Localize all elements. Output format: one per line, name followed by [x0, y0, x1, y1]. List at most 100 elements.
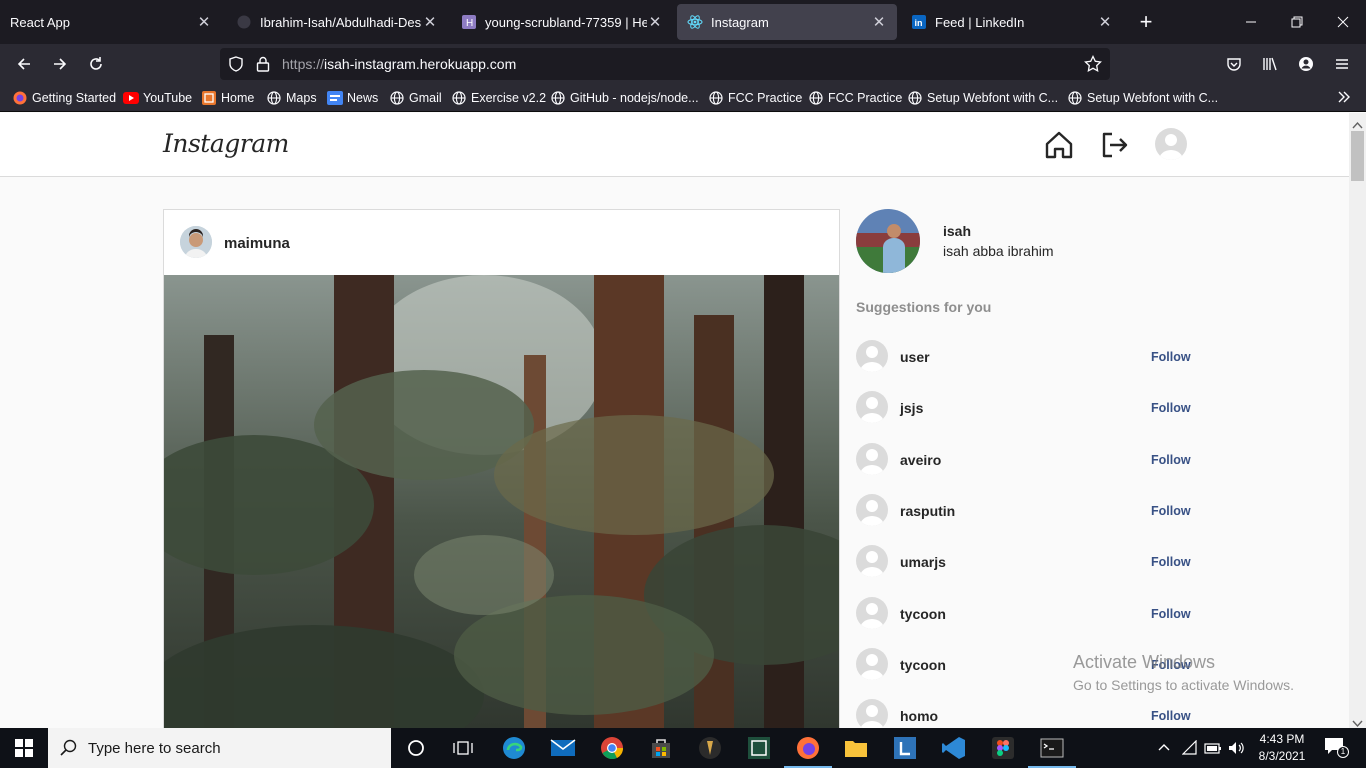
back-icon[interactable]	[10, 50, 38, 78]
figma-icon[interactable]	[987, 732, 1019, 764]
avatar[interactable]	[1155, 128, 1187, 160]
pocket-icon[interactable]	[1220, 50, 1248, 78]
chevron-up-icon[interactable]	[1157, 740, 1171, 759]
windows-start-icon[interactable]	[8, 732, 40, 764]
follow-button[interactable]: Follow	[1151, 709, 1191, 723]
post-image[interactable]	[164, 275, 839, 728]
bookmark-gmail[interactable]: Gmail	[389, 90, 442, 106]
suggestion-username[interactable]: homo	[900, 708, 938, 724]
tab-title: Ibrahim-Isah/Abdulhadi-Design	[260, 14, 422, 30]
close-icon[interactable]: ✕	[647, 13, 663, 31]
task-view-icon[interactable]	[447, 732, 479, 764]
close-icon[interactable]: ✕	[871, 13, 887, 31]
taskbar-search[interactable]: Type here to search	[48, 728, 391, 768]
restore-button[interactable]	[1274, 0, 1320, 44]
battery-icon[interactable]	[1204, 740, 1222, 761]
post-avatar[interactable]	[180, 226, 212, 258]
suggestion-username[interactable]: user	[900, 349, 930, 365]
bookmark-webfont-2[interactable]: Setup Webfont with C...	[1067, 90, 1218, 106]
navigation-bar: https://isah-instagram.herokuapp.com	[0, 44, 1366, 84]
tab-github[interactable]: Ibrahim-Isah/Abdulhadi-Design ✕	[226, 4, 448, 40]
suggestion-username[interactable]: aveiro	[900, 452, 941, 468]
lightshot-icon[interactable]	[889, 732, 921, 764]
avatar[interactable]	[856, 391, 888, 423]
terminal-icon[interactable]	[1028, 732, 1076, 768]
reload-icon[interactable]	[82, 50, 110, 78]
avatar[interactable]	[856, 648, 888, 680]
store-icon[interactable]	[645, 732, 677, 764]
close-icon[interactable]: ✕	[422, 13, 438, 31]
account-icon[interactable]	[1292, 50, 1320, 78]
follow-button[interactable]: Follow	[1151, 504, 1191, 518]
url-bar[interactable]: https://isah-instagram.herokuapp.com	[220, 48, 1110, 80]
avatar[interactable]	[856, 597, 888, 629]
bookmark-getting-started[interactable]: Getting Started	[12, 90, 116, 106]
firefox-icon[interactable]	[784, 732, 832, 768]
post-header: maimuna	[164, 210, 839, 275]
bookmark-star-icon[interactable]	[1084, 54, 1102, 78]
avatar[interactable]	[856, 545, 888, 577]
follow-button[interactable]: Follow	[1151, 350, 1191, 364]
chrome-icon[interactable]	[596, 732, 628, 764]
close-icon[interactable]: ✕	[1097, 13, 1113, 31]
chevron-right-double-icon[interactable]	[1336, 89, 1352, 110]
url-text[interactable]: https://isah-instagram.herokuapp.com	[282, 56, 516, 72]
file-explorer-icon[interactable]	[840, 732, 872, 764]
suggestion-username[interactable]: jsjs	[900, 400, 923, 416]
mail-icon[interactable]	[547, 732, 579, 764]
avatar[interactable]	[856, 340, 888, 372]
suggestion-username[interactable]: umarjs	[900, 554, 946, 570]
volume-icon[interactable]	[1228, 740, 1246, 761]
notification-icon[interactable]: 1	[1324, 737, 1349, 759]
code-editor-icon[interactable]	[743, 732, 775, 764]
follow-button[interactable]: Follow	[1151, 607, 1191, 621]
bookmark-maps[interactable]: Maps	[266, 90, 317, 106]
tab-react-app[interactable]: React App ✕	[0, 4, 222, 40]
wifi-icon[interactable]	[1181, 739, 1198, 761]
follow-button[interactable]: Follow	[1151, 401, 1191, 415]
bookmark-fcc-practice-1[interactable]: FCC Practice	[708, 90, 802, 106]
menu-icon[interactable]	[1328, 50, 1356, 78]
logout-icon[interactable]	[1099, 130, 1129, 165]
cortana-icon[interactable]	[400, 732, 432, 764]
new-tab-button[interactable]: +	[1134, 9, 1158, 34]
avatar[interactable]	[856, 443, 888, 475]
follow-button[interactable]: Follow	[1151, 453, 1191, 467]
profile-avatar[interactable]	[856, 209, 920, 273]
bookmark-news[interactable]: News	[327, 90, 378, 106]
suggestion-username[interactable]: tycoon	[900, 657, 946, 673]
shield-icon[interactable]	[228, 56, 244, 77]
bookmark-exercise[interactable]: Exercise v2.2	[451, 90, 546, 106]
minimize-button[interactable]	[1228, 0, 1274, 44]
library-icon[interactable]	[1256, 50, 1284, 78]
close-window-button[interactable]	[1320, 0, 1366, 44]
avatar[interactable]	[856, 699, 888, 728]
tab-heroku[interactable]: H young-scrubland-77359 | Heroku ✕	[451, 4, 673, 40]
lock-icon[interactable]	[256, 56, 270, 77]
system-clock[interactable]: 4:43 PM 8/3/2021	[1252, 731, 1312, 765]
bookmark-fcc-practice-2[interactable]: FCC Practice	[808, 90, 902, 106]
forward-icon[interactable]	[46, 50, 74, 78]
bookmark-github-node[interactable]: GitHub - nodejs/node...	[550, 90, 699, 106]
bookmark-youtube[interactable]: YouTube	[123, 90, 192, 106]
suggestion-username[interactable]: tycoon	[900, 606, 946, 622]
instagram-logo[interactable]: Instagram	[163, 129, 289, 158]
tab-linkedin[interactable]: in Feed | LinkedIn ✕	[901, 4, 1123, 40]
post-username[interactable]: maimuna	[224, 235, 290, 252]
suggestion-row: homo Follow	[856, 699, 1196, 728]
activate-windows-watermark: Activate Windows Go to Settings to activ…	[1073, 652, 1294, 693]
page-scrollbar[interactable]	[1349, 113, 1366, 728]
suggestion-username[interactable]: rasputin	[900, 503, 955, 519]
vscode-icon[interactable]	[938, 732, 970, 764]
tab-instagram[interactable]: Instagram ✕	[677, 4, 897, 40]
edge-icon[interactable]	[498, 732, 530, 764]
bookmark-home[interactable]: Home	[201, 90, 254, 106]
home-icon[interactable]	[1044, 130, 1074, 165]
scroll-thumb[interactable]	[1351, 131, 1364, 181]
profile-username[interactable]: isah	[943, 223, 971, 239]
follow-button[interactable]: Follow	[1151, 555, 1191, 569]
close-icon[interactable]: ✕	[196, 13, 212, 31]
bookmark-webfont-1[interactable]: Setup Webfont with C...	[907, 90, 1058, 106]
avatar[interactable]	[856, 494, 888, 526]
app-icon[interactable]	[694, 732, 726, 764]
